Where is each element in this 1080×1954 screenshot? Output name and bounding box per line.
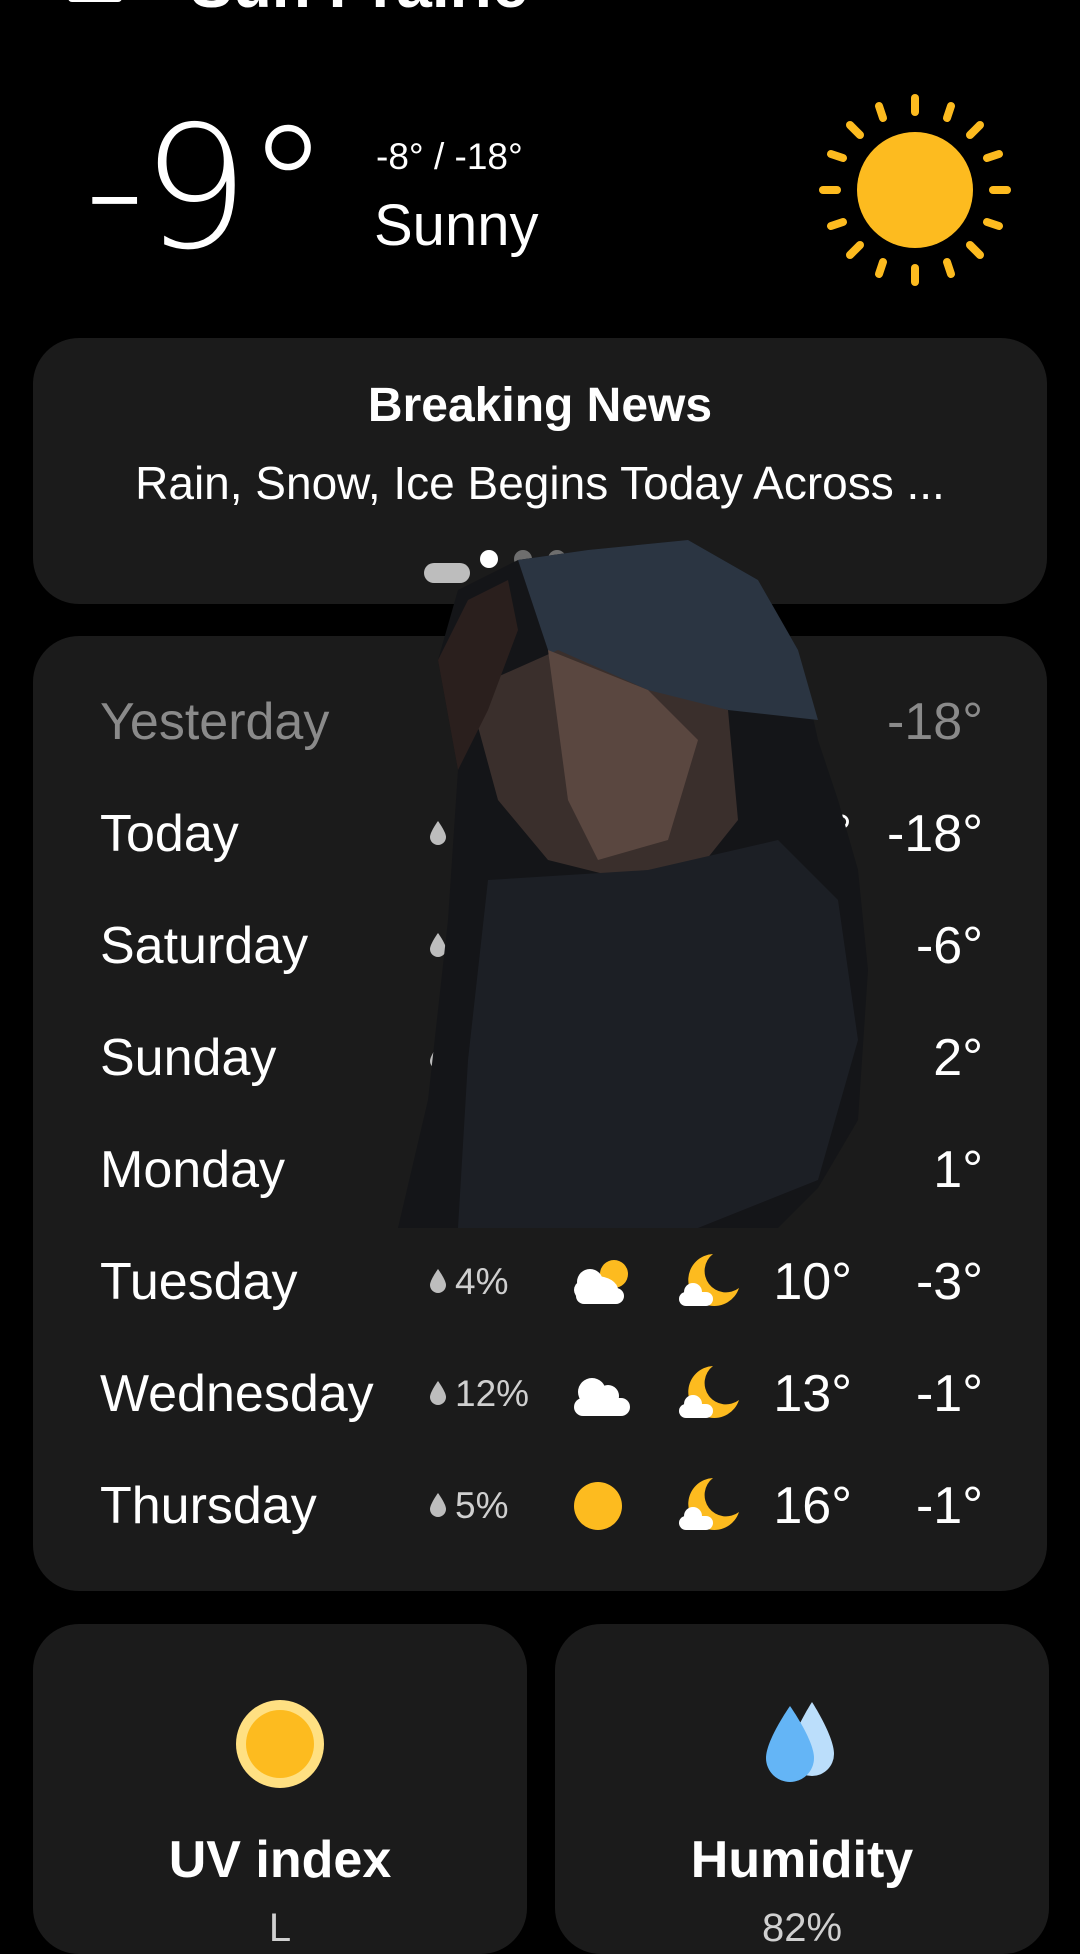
forecast-low: -1°	[915, 1477, 983, 1535]
forecast-low: -1°	[915, 1365, 983, 1423]
moon-cloud-icon	[679, 1254, 739, 1306]
precip-chance: 12%	[427, 1348, 529, 1440]
forecast-day: Saturday	[100, 917, 309, 975]
forecast-day: Today	[100, 805, 239, 863]
partly-cloudy-icon	[574, 1260, 628, 1304]
forecast-row-tuesday[interactable]: Tuesday 4% 10° -3°	[33, 1236, 1047, 1328]
weather-condition: Sunny	[374, 193, 539, 258]
forecast-high: 10°	[773, 1253, 852, 1311]
forecast-low: -6°	[915, 917, 983, 975]
location-title: Sun Prairie	[190, 0, 528, 22]
precip-chance: 5%	[427, 1460, 508, 1552]
person-overlay-image	[398, 540, 868, 1228]
news-title: Breaking News	[367, 379, 713, 432]
news-headline[interactable]: Rain, Snow, Ice Begins Today Across ...	[33, 456, 1047, 510]
forecast-day: Yesterday	[100, 693, 330, 751]
forecast-day: Thursday	[100, 1477, 317, 1535]
forecast-day: Wednesday	[100, 1365, 374, 1423]
sun-icon	[574, 1482, 622, 1530]
moon-cloud-icon	[679, 1366, 739, 1418]
moon-cloud-icon	[679, 1478, 739, 1530]
droplet-icon	[430, 1269, 446, 1294]
forecast-day: Sunday	[100, 1029, 277, 1087]
humidity-label: Humidity	[690, 1831, 914, 1889]
droplet-icon	[430, 1493, 446, 1518]
forecast-row-thursday[interactable]: Thursday 5% 16° -1°	[33, 1460, 1047, 1552]
uv-sun-icon	[236, 1700, 324, 1788]
sun-icon	[819, 94, 1011, 286]
cloud-icon	[574, 1378, 630, 1416]
forecast-low: -3°	[915, 1253, 983, 1311]
humidity-value: 82%	[761, 1906, 843, 1950]
forecast-high: 13°	[773, 1365, 852, 1423]
forecast-high: 16°	[773, 1477, 852, 1535]
humidity-drops-icon	[766, 1702, 834, 1782]
menu-icon[interactable]	[68, 0, 122, 2]
droplet-icon	[430, 1381, 446, 1406]
forecast-day: Tuesday	[100, 1253, 298, 1311]
current-temperature: -9°	[84, 90, 331, 288]
uv-index-label: UV index	[168, 1831, 392, 1889]
precip-chance: 4%	[427, 1236, 508, 1328]
forecast-low: 1°	[933, 1141, 983, 1199]
uv-index-value: L	[268, 1906, 292, 1950]
uv-index-tile[interactable]: UV index L	[33, 1624, 527, 1954]
forecast-low: 2°	[933, 1029, 983, 1087]
high-low-temperature: -8° / -18°	[376, 136, 523, 177]
forecast-row-wednesday[interactable]: Wednesday 12% 13° -1°	[33, 1348, 1047, 1440]
forecast-day: Monday	[100, 1141, 285, 1199]
humidity-tile[interactable]: Humidity 82%	[555, 1624, 1049, 1954]
